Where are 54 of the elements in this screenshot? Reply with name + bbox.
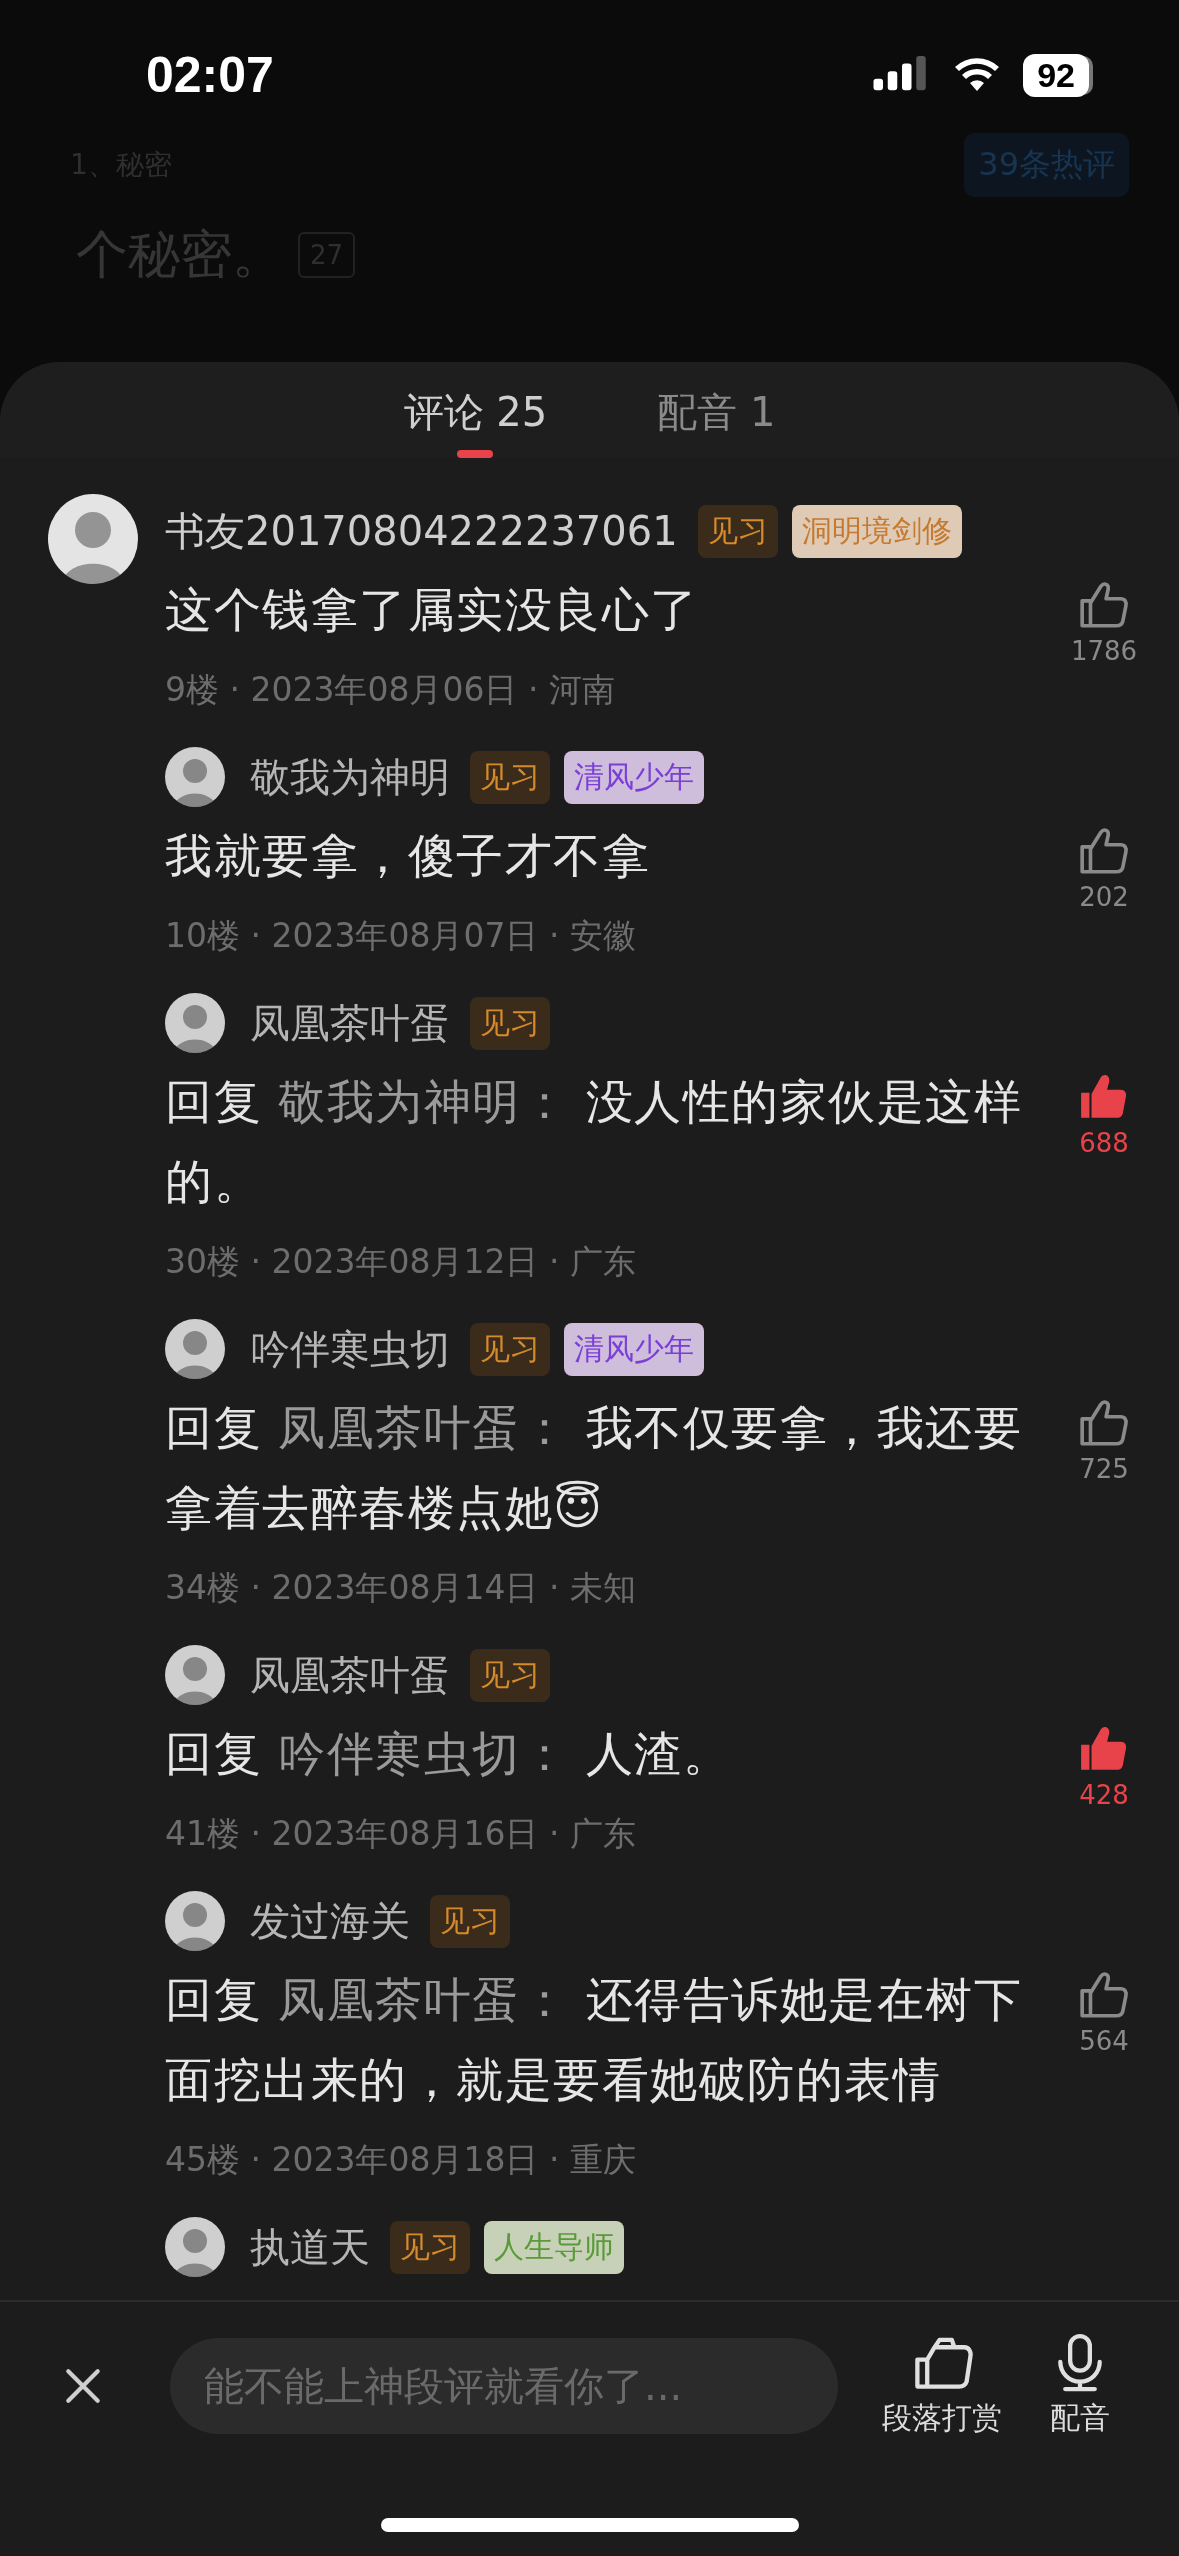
comment-text: 这个钱拿了属实没良心了 [165,581,700,639]
username[interactable]: 发过海关 [250,1893,410,1949]
username[interactable]: 书友20170804222237061 [165,503,678,559]
username[interactable]: 凤凰茶叶蛋 [250,995,450,1051]
user-badge: 洞明境剑修 [791,504,962,558]
comment-input-field[interactable]: 能不能上神段评就看你了... [170,2337,838,2434]
clock-time: 02:07 [146,46,274,104]
comment-text: 回复 吟伴寒虫切： 人渣。 [165,1725,733,1783]
comment-text: 回复 敬我为神明： 没人性的家伙是这样的。 [165,1073,1024,1211]
thumbs-up-icon [1078,580,1130,630]
comment-text: 回复 凤凰茶叶蛋： 还得告诉她是在树下面挖出来的，就是要看她破防的表情 [165,1971,1024,2109]
user-badge: 人生导师 [484,2220,624,2274]
toolbar-button[interactable]: 段落打赏 [882,2332,1002,2439]
user-badge: 见习 [470,750,550,804]
comment-text: 回复 凤凰茶叶蛋： 我不仅要拿，我还要拿着去醉春楼点她😇 [165,1399,1024,1537]
comment-meta: 45楼 · 2023年08月18日 · 重庆 [165,2139,637,2181]
thumbs-up-icon [1078,1970,1130,2020]
user-badge: 见习 [470,996,550,1050]
thumbs-up-icon [1078,1398,1130,1448]
comment-meta: 9楼 · 2023年08月06日 · 河南 [165,669,616,711]
user-badge: 清风少年 [564,1322,704,1376]
thumbs-up-icon [1078,826,1130,876]
avatar[interactable] [165,1319,225,1379]
battery-level: 92 [1037,55,1075,94]
user-badge: 清风少年 [564,750,704,804]
avatar[interactable] [165,993,225,1053]
tab[interactable]: 评论 25 [403,362,548,458]
username[interactable]: 敬我为神明 [250,749,450,805]
user-badge: 见习 [390,2220,470,2274]
user-badge: 见习 [697,504,778,558]
username[interactable]: 凤凰茶叶蛋 [250,1647,450,1703]
comment-meta: 30楼 · 2023年08月12日 · 广东 [165,1241,637,1283]
like-button[interactable]: 1786 [1070,580,1138,666]
avatar[interactable] [165,1645,225,1705]
like-button[interactable]: 428 [1078,1724,1130,1810]
comment-meta: 34楼 · 2023年08月14日 · 未知 [165,1567,637,1609]
username[interactable]: 执道天 [250,2219,370,2275]
user-badge: 见习 [430,1894,510,1948]
toolbar-button[interactable]: 配音 [1048,2332,1112,2439]
avatar[interactable] [165,1891,225,1951]
username[interactable]: 吟伴寒虫切 [250,1321,450,1377]
comment-text: 我就要拿，傻子才不拿 [165,827,651,885]
avatar[interactable] [165,747,225,807]
avatar[interactable] [165,2217,225,2277]
tab[interactable]: 配音 1 [657,362,776,458]
like-button[interactable]: 564 [1078,1970,1130,2056]
like-button[interactable]: 725 [1078,1398,1130,1484]
comment-meta: 41楼 · 2023年08月16日 · 广东 [165,1813,637,1855]
like-button[interactable]: 688 [1078,1072,1130,1158]
comment-meta: 10楼 · 2023年08月07日 · 安徽 [165,915,637,957]
user-badge: 见习 [470,1648,550,1702]
like-button[interactable]: 202 [1078,826,1130,912]
user-badge: 见习 [470,1322,550,1376]
wifi-icon [953,57,1002,93]
